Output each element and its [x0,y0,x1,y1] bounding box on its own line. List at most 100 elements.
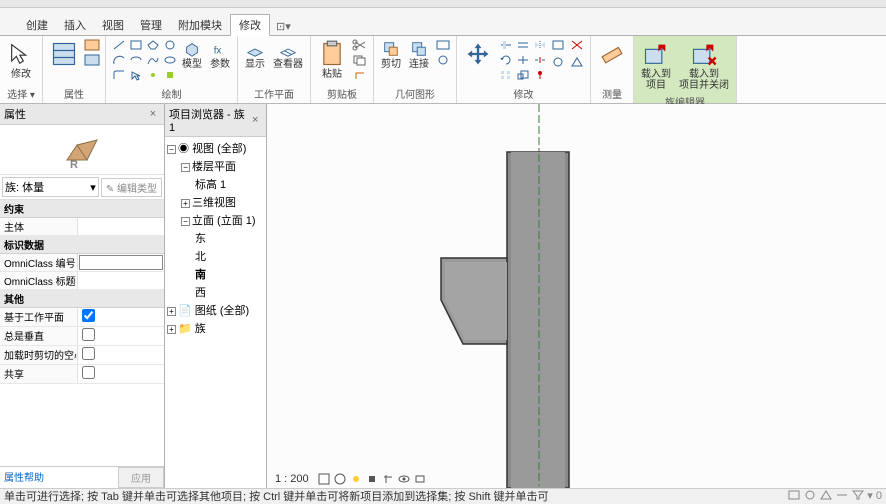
tree-floorplans[interactable]: −楼层平面 [181,157,264,175]
type-preview: R [0,125,164,175]
tree-sheets[interactable]: +📄 图纸 (全部) [167,301,264,319]
move-tool[interactable] [461,38,495,71]
properties-button[interactable] [47,38,81,71]
family-types-button[interactable] [83,38,101,52]
prop-host-value[interactable] [78,218,164,235]
tree-west[interactable]: 西 [195,283,264,301]
sb-icon-3[interactable] [819,489,833,501]
crop-icon[interactable] [381,472,395,486]
section-id: 标识数据 [0,236,164,254]
draw-fillet[interactable] [110,68,128,82]
draw-tool-b[interactable] [161,68,179,82]
draw-rect[interactable] [127,38,145,52]
drawing-canvas[interactable]: 1 : 200 [267,104,886,488]
mod-trim[interactable] [514,53,532,67]
detail-level-icon[interactable] [317,472,331,486]
prop-omni-num-value[interactable] [79,255,163,270]
match-button[interactable] [351,68,369,82]
panel-work-label: 工作平面 [242,85,306,103]
geom-join[interactable]: 连接 [406,38,432,72]
properties-help-link[interactable]: 属性帮助 [0,467,118,488]
tab-extra[interactable]: ⊡▾ [270,18,297,35]
load-into-project[interactable]: 载入到 项目 [638,38,674,93]
prop-omni-title-value[interactable] [78,272,164,289]
visual-style-icon[interactable] [333,472,347,486]
prop-shared-label: 共享 [0,365,78,383]
tab-modify[interactable]: 修改 [230,14,270,36]
param-button[interactable]: fx 参数 [207,38,233,72]
edit-type-button[interactable]: ✎ 编辑类型 [101,178,162,197]
measure-button[interactable] [595,38,629,71]
copy-button[interactable] [351,53,369,67]
mod-offset[interactable] [514,38,532,52]
mod-x1[interactable] [549,38,567,52]
panel-mod-label: 修改 [461,85,586,103]
tree-3d[interactable]: +三维视图 [181,193,264,211]
close-icon[interactable]: × [248,114,262,126]
tree-east[interactable]: 东 [195,229,264,247]
prop-workplane-check[interactable] [82,309,95,322]
set-workplane[interactable]: 显示 [242,38,268,72]
reveal-icon[interactable] [413,472,427,486]
sb-icon-4[interactable] [835,489,849,501]
mod-x4[interactable] [568,55,586,69]
tree-families[interactable]: +📁 族 [167,319,264,337]
draw-tool-a[interactable] [144,68,162,82]
load-close[interactable]: 载入到 项目并关闭 [676,38,732,93]
modify-tool[interactable]: 修改 [4,38,38,82]
tree-north[interactable]: 北 [195,247,264,265]
sun-path-icon[interactable] [349,472,363,486]
tree-elev[interactable]: −立面 (立面 1) [181,211,264,229]
sb-icon-1[interactable] [787,489,801,501]
draw-spline[interactable] [144,53,162,67]
tab-view[interactable]: 视图 [94,15,132,35]
tab-addins[interactable]: 附加模块 [170,15,230,35]
draw-ellipse[interactable] [161,53,179,67]
prop-omni-num-label: OmniClass 编号 [0,254,78,271]
prop-vertical-label: 总是垂直 [0,327,78,345]
mod-mirror[interactable] [531,38,549,52]
mod-scale[interactable] [514,68,532,82]
draw-line[interactable] [110,38,128,52]
sb-icon-2[interactable] [803,489,817,501]
prop-shared-check[interactable] [82,366,95,379]
draw-arc[interactable] [110,53,128,67]
mod-split[interactable] [531,53,549,67]
show-workplane[interactable]: 查看器 [270,38,306,72]
mod-rotate[interactable] [497,53,515,67]
panel-select-label: 选择 ▾ [4,85,38,103]
prop-cutvoid-check[interactable] [82,347,95,360]
svg-text:R: R [70,159,78,170]
hide-icon[interactable] [397,472,411,486]
tab-manage[interactable]: 管理 [132,15,170,35]
draw-pick[interactable] [127,68,145,82]
draw-poly[interactable] [144,38,162,52]
sb-filter-icon[interactable] [851,489,865,501]
tab-create[interactable]: 创建 [18,15,56,35]
tab-insert[interactable]: 插入 [56,15,94,35]
cut-button[interactable] [351,38,369,52]
prop-workplane-label: 基于工作平面 [0,308,78,326]
prop-vertical-check[interactable] [82,328,95,341]
geom-a[interactable] [434,38,452,52]
mod-pin[interactable] [531,68,549,82]
shadows-icon[interactable] [365,472,379,486]
mod-array[interactable] [497,68,515,82]
tree-south[interactable]: 南 [195,265,264,283]
type-props-button[interactable] [83,53,101,67]
mod-x3[interactable] [549,55,567,69]
tree-views[interactable]: −◉ 视图 (全部) [167,139,264,157]
geom-b[interactable] [434,53,452,67]
close-icon[interactable]: × [146,108,160,120]
paste-button[interactable]: 粘贴 [315,38,349,82]
mod-align[interactable] [497,38,515,52]
draw-circle[interactable] [161,38,179,52]
family-type-select[interactable]: 族: 体量▾ [2,177,99,197]
draw-arc2[interactable] [127,53,145,67]
scale-label[interactable]: 1 : 200 [275,473,309,485]
mod-x2[interactable] [568,38,586,52]
geom-cut[interactable]: 剪切 [378,38,404,72]
apply-button[interactable]: 应用 [118,467,164,488]
tree-level1[interactable]: 标高 1 [195,175,264,193]
model-button[interactable]: 模型 [179,38,205,72]
